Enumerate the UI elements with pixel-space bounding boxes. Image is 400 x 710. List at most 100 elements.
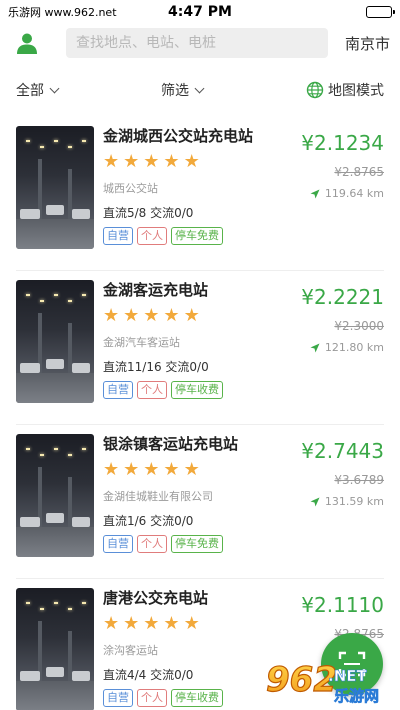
station-info: 唐港公交充电站 ★ ★ ★ ★ ★ 涂沟客运站 直流4/4 交流0/0 自营 个人 停车收费 (103, 587, 278, 707)
search-input[interactable] (76, 35, 318, 51)
chevron-down-icon (49, 83, 60, 93)
scan-button[interactable] (321, 633, 383, 695)
port-availability: 直流5/8 交流0/0 (103, 206, 194, 220)
station-name: 金湖城西公交站充电站 (103, 127, 254, 145)
tag-parking: 停车免费 (171, 535, 223, 553)
star-icon: ★ (163, 305, 180, 326)
distance-value: 119.64 km (324, 187, 384, 200)
star-icon: ★ (103, 613, 120, 634)
current-price: ¥2.2221 (301, 285, 384, 309)
price-column: ¥2.1234 ¥2.8765 119.64 km (274, 117, 384, 200)
star-icon: ★ (183, 613, 200, 634)
tag-parking: 停车收费 (171, 381, 223, 399)
star-icon: ★ (123, 613, 140, 634)
star-icon: ★ (163, 151, 180, 172)
location-arrow-icon (310, 497, 320, 506)
station-card[interactable]: 金湖城西公交站充电站 ★ ★ ★ ★ ★ 城西公交站 直流5/8 交流0/0 自营 个人停… (16, 117, 384, 271)
station-photo (16, 280, 94, 403)
distance-value: 121.80 km (324, 341, 384, 354)
tag-parking: 停车免费 (171, 227, 223, 245)
station-list: 金湖城西公交站充电站 ★ ★ ★ ★ ★ 城西公交站 直流5/8 交流0/0 自营 个人停… (0, 117, 400, 710)
current-price: ¥2.1110 (301, 593, 384, 617)
station-photo (16, 588, 94, 710)
station-name: 金湖客运充电站 (103, 281, 209, 299)
status-bar: 乐游网 www.962.net 4:47 PM (0, 0, 400, 24)
filter-row: 全部 筛选 地图模式 (0, 68, 400, 112)
battery-icon (282, 6, 395, 18)
station-info: 金湖城西公交站充电站 ★ ★ ★ ★ ★ 城西公交站 直流5/8 交流0/0 自营 个人停… (103, 125, 278, 245)
rating-stars: ★ ★ ★ ★ ★ (103, 460, 278, 480)
star-icon: ★ (103, 151, 120, 172)
star-icon: ★ (123, 151, 140, 172)
distance: 119.64 km (274, 187, 384, 200)
status-site-label: 乐游网 www.962.net (8, 6, 117, 19)
original-price: ¥3.6789 (334, 473, 384, 487)
station-card[interactable]: 银涂镇客运站充电站 ★ ★ ★ ★ ★ 金湖佳城鞋业有限公司 直流1/6 交流0/0 自… (16, 425, 384, 579)
chevron-down-icon (194, 83, 205, 93)
all-dropdown[interactable]: 全部 (16, 80, 60, 100)
tag-personal: 个人 (137, 227, 167, 245)
distance: 121.80 km (274, 341, 384, 354)
station-address: 金湖佳城鞋业有限公司 (103, 490, 213, 503)
tag-personal: 个人 (137, 535, 167, 553)
map-mode-label: 地图模式 (328, 83, 384, 99)
tag-personal: 个人 (137, 689, 167, 707)
port-availability: 直流1/6 交流0/0 (103, 514, 194, 528)
tag-self: 自营 (103, 227, 133, 245)
original-price: ¥2.3000 (334, 319, 384, 333)
station-tags: 自营 个人 停车免费 (103, 535, 278, 553)
station-address: 涂沟客运站 (103, 644, 158, 657)
star-icon: ★ (143, 305, 160, 326)
city-selector[interactable]: 南京市 (328, 33, 390, 54)
distance: 131.59 km (274, 495, 384, 508)
station-photo (16, 434, 94, 557)
star-icon: ★ (143, 151, 160, 172)
rating-stars: ★ ★ ★ ★ ★ (103, 614, 278, 634)
star-icon: ★ (143, 459, 160, 480)
original-price: ¥2.8765 (334, 165, 384, 179)
star-icon: ★ (183, 305, 200, 326)
station-tags: 自营 个人 停车收费 (103, 381, 278, 399)
star-icon: ★ (163, 459, 180, 480)
star-icon: ★ (103, 459, 120, 480)
station-photo (16, 126, 94, 249)
search-row: 南京市 (0, 26, 400, 60)
tag-personal: 个人 (137, 381, 167, 399)
filter-dropdown[interactable]: 筛选 (161, 80, 205, 100)
all-dropdown-label: 全部 (16, 83, 44, 99)
location-arrow-icon (310, 343, 320, 352)
map-mode-button[interactable]: 地图模式 (306, 80, 384, 100)
location-arrow-icon (310, 189, 320, 198)
tag-parking: 停车收费 (171, 689, 223, 707)
station-card[interactable]: 金湖客运充电站 ★ ★ ★ ★ ★ 金湖汽车客运站 直流11/16 交流0/0 自营 个人… (16, 271, 384, 425)
star-icon: ★ (103, 305, 120, 326)
port-availability: 直流4/4 交流0/0 (103, 668, 194, 682)
search-box[interactable] (66, 28, 328, 58)
status-time: 4:47 PM (168, 4, 232, 20)
station-name: 唐港公交充电站 (103, 589, 209, 607)
star-icon: ★ (183, 151, 200, 172)
rating-stars: ★ ★ ★ ★ ★ (103, 306, 278, 326)
scan-icon (338, 651, 366, 677)
globe-icon (306, 81, 324, 99)
star-icon: ★ (123, 459, 140, 480)
tag-self: 自营 (103, 381, 133, 399)
station-tags: 自营 个人 停车免费 (103, 227, 278, 245)
star-icon: ★ (143, 613, 160, 634)
user-icon (17, 33, 37, 54)
rating-stars: ★ ★ ★ ★ ★ (103, 152, 278, 172)
price-column: ¥2.1110 ¥2.8765 (274, 579, 384, 643)
station-info: 银涂镇客运站充电站 ★ ★ ★ ★ ★ 金湖佳城鞋业有限公司 直流1/6 交流0/0 自… (103, 433, 278, 553)
distance-value: 131.59 km (324, 495, 384, 508)
star-icon: ★ (183, 459, 200, 480)
price-column: ¥2.7443 ¥3.6789 131.59 km (274, 425, 384, 508)
tag-self: 自营 (103, 689, 133, 707)
user-button[interactable] (16, 26, 58, 60)
station-address: 城西公交站 (103, 182, 158, 195)
station-tags: 自营 个人 停车收费 (103, 689, 278, 707)
filter-dropdown-label: 筛选 (161, 83, 189, 99)
star-icon: ★ (163, 613, 180, 634)
station-name: 银涂镇客运站充电站 (103, 435, 239, 453)
port-availability: 直流11/16 交流0/0 (103, 360, 209, 374)
station-info: 金湖客运充电站 ★ ★ ★ ★ ★ 金湖汽车客运站 直流11/16 交流0/0 自营 个人… (103, 279, 278, 399)
